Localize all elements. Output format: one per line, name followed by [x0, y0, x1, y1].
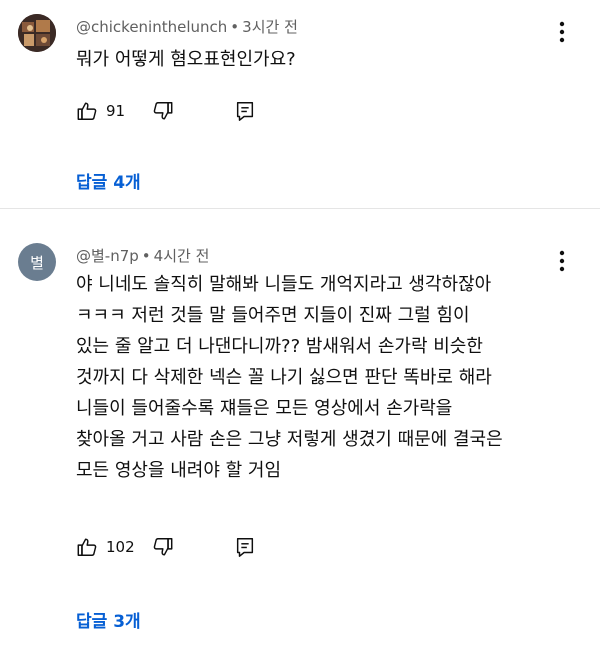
comment-actions: 91 — [76, 98, 258, 124]
thumbs-down-icon — [152, 536, 174, 558]
like-button[interactable]: 91 — [76, 98, 152, 124]
dislike-button[interactable] — [152, 98, 234, 124]
more-vert-icon[interactable] — [554, 20, 570, 44]
thumbs-down-icon — [152, 100, 174, 122]
avatar[interactable] — [18, 14, 56, 52]
meta-separator: • — [230, 18, 240, 36]
comment-meta: @chickeninthelunch • 3시간 전 — [76, 16, 298, 37]
comment-time[interactable]: 4시간 전 — [154, 247, 210, 265]
comment-author[interactable]: @별-n7p — [76, 247, 139, 265]
comment-meta: @별-n7p • 4시간 전 — [76, 245, 209, 266]
comment-text: 야 니네도 솔직히 말해봐 니들도 개억지라고 생각하잖아 ㅋㅋㅋ 저런 것들 … — [76, 274, 503, 481]
comment-author[interactable]: @chickeninthelunch — [76, 18, 227, 36]
reply-button[interactable] — [234, 98, 258, 124]
comment-actions: 102 — [76, 534, 258, 560]
reply-comment-icon — [234, 100, 256, 122]
avatar[interactable]: 별 — [18, 243, 56, 281]
comment-thread: @chickeninthelunch • 3시간 전 뭐가 어떻게 혐오표현인가요?… — [0, 0, 600, 208]
comment-time[interactable]: 3시간 전 — [242, 18, 298, 36]
like-count: 102 — [106, 538, 135, 556]
comment-thread: 별 @별-n7p • 4시간 전 야 니네도 솔직히 말해봐 니들도 개억지라고 생… — [0, 209, 600, 672]
view-replies-link[interactable]: 답글 4개 — [76, 168, 141, 193]
meta-separator: • — [141, 247, 151, 265]
reply-comment-icon — [234, 536, 256, 558]
thumbs-up-icon — [76, 100, 98, 122]
comment-text: 뭐가 어떻게 혐오표현인가요? — [76, 49, 296, 70]
dislike-button[interactable] — [152, 534, 234, 560]
like-button[interactable]: 102 — [76, 534, 152, 560]
thumbs-up-icon — [76, 536, 98, 558]
like-count: 91 — [106, 102, 126, 120]
reply-button[interactable] — [234, 534, 258, 560]
view-replies-link[interactable]: 답글 3개 — [76, 607, 141, 632]
